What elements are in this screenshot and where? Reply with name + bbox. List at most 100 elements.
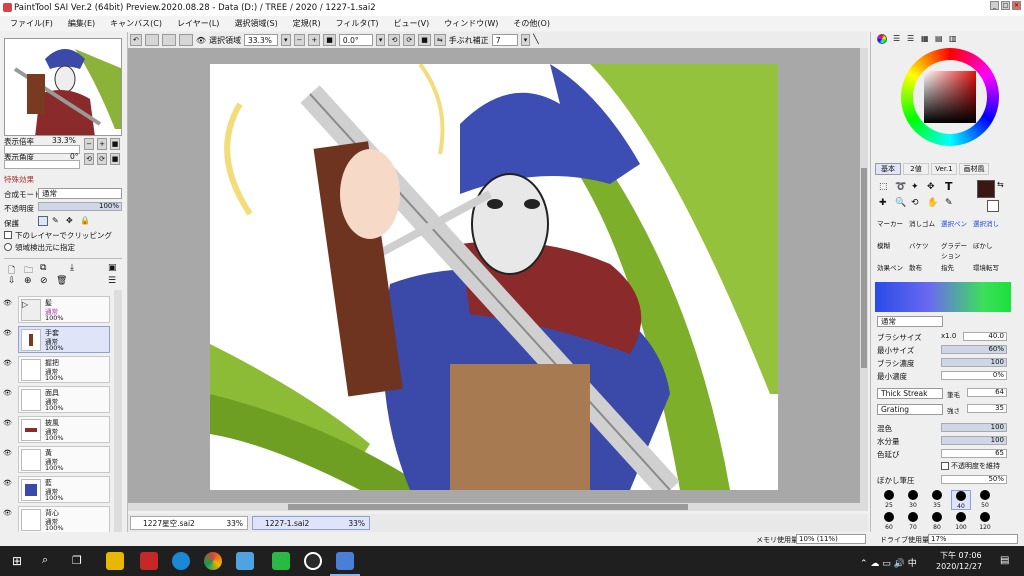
mix-slider[interactable]: 100 — [941, 423, 1007, 432]
vertical-scrollbar[interactable] — [860, 48, 868, 511]
layer-item[interactable]: 👁 藍通常 100% — [3, 476, 110, 503]
layer-list-icon[interactable]: ☰ — [108, 276, 116, 286]
tool-effect-pen[interactable]: 効果ペン — [877, 262, 903, 272]
size-preset[interactable]: 30 — [903, 490, 923, 510]
nav-angle-slider[interactable] — [4, 160, 80, 169]
menu-window[interactable]: ウィンドウ(W) — [444, 18, 498, 29]
layer-scrollbar[interactable] — [114, 290, 122, 540]
tab-basic[interactable]: 基本 — [875, 163, 901, 175]
tool-smudge[interactable]: ぼかし — [973, 240, 993, 250]
blend-mode-select[interactable]: 通常 — [38, 188, 122, 199]
visibility-icon[interactable]: 👁 — [3, 359, 15, 369]
paper-strength-slider[interactable]: 35 — [967, 404, 1007, 413]
tab-document[interactable]: 1227星空.sai2 33% — [130, 516, 248, 530]
zoom-in-button[interactable]: + — [308, 34, 321, 46]
edge-icon[interactable] — [172, 552, 190, 570]
eye-icon[interactable]: 👁 — [196, 36, 206, 45]
saturation-value-square[interactable] — [924, 71, 976, 123]
swatch-icon[interactable]: ▤ — [935, 34, 943, 43]
hand-tool-icon[interactable]: ✋ — [927, 198, 938, 208]
app-icon-red[interactable] — [140, 552, 158, 570]
primary-color-swatch[interactable] — [977, 180, 995, 198]
size-preset[interactable]: 100 — [951, 512, 971, 534]
maximize-button[interactable]: □ — [1001, 1, 1010, 10]
tool-env-transfer[interactable]: 環境転写 — [973, 262, 1013, 272]
merge-down-icon[interactable]: ⤓ — [70, 263, 74, 273]
select-rect-icon[interactable]: ⬚ — [879, 182, 888, 192]
tab-document-active[interactable]: 1227-1.sai2 33% — [252, 516, 370, 530]
size-preset[interactable]: 120 — [975, 512, 995, 534]
undo-button[interactable]: ↶ — [130, 34, 142, 46]
keep-opacity-checkbox[interactable] — [941, 462, 949, 470]
palette-icon[interactable]: ▦ — [921, 34, 929, 43]
tab-painting[interactable]: 画材風 — [959, 163, 989, 175]
visibility-icon[interactable]: 👁 — [3, 419, 15, 429]
layer-item[interactable]: 👁 黃通常 100% — [3, 446, 110, 473]
delete-layer-icon[interactable]: 🗑 — [56, 276, 67, 286]
text-tool-icon[interactable]: T — [945, 180, 953, 193]
rotate-reset-button[interactable]: ■ — [418, 34, 431, 46]
xbox-icon[interactable] — [304, 552, 322, 570]
rgb-slider-icon[interactable]: ☰ — [893, 34, 900, 43]
minimize-button[interactable]: _ — [990, 1, 999, 10]
menu-selection[interactable]: 選択領域(S) — [234, 18, 277, 29]
notification-icon[interactable]: ▤ — [1000, 555, 1009, 566]
rotate-tool-icon[interactable]: ⟲ — [911, 198, 919, 208]
paper-select[interactable]: Grating — [877, 404, 943, 415]
color-wheel-icon[interactable] — [877, 34, 887, 44]
tool-marker[interactable]: マーカー — [877, 218, 911, 228]
density-slider[interactable]: 100 — [941, 358, 1007, 367]
menu-ruler[interactable]: 定規(R) — [293, 18, 321, 29]
visibility-icon[interactable]: 👁 — [3, 329, 15, 339]
menu-filter[interactable]: フィルタ(T) — [336, 18, 379, 29]
invert-select-button[interactable] — [178, 34, 193, 46]
windows-start-icon[interactable]: ⊞ — [12, 554, 22, 568]
straight-line-icon[interactable]: ╲ — [533, 35, 538, 45]
chrome-icon[interactable] — [204, 552, 222, 570]
menu-view[interactable]: ビュー(V) — [394, 18, 430, 29]
tab-ver1[interactable]: Ver.1 — [931, 163, 957, 175]
brush-size-slider[interactable]: 40.0 — [963, 332, 1007, 341]
layer-item[interactable]: 👁 面具 通常 100% — [3, 386, 110, 413]
visibility-icon[interactable]: 👁 — [3, 449, 15, 459]
effects-header[interactable]: 特殊効果 — [4, 174, 34, 185]
secondary-color-swatch[interactable] — [987, 200, 999, 212]
zoom-out-button[interactable]: − — [293, 34, 306, 46]
lasso-icon[interactable]: ➰ — [895, 182, 906, 192]
brush-size-multiplier[interactable]: x1.0 — [941, 332, 956, 340]
protect-lock-icon[interactable]: 🔒 — [80, 216, 90, 225]
visibility-icon[interactable]: 👁 — [3, 299, 15, 309]
rotate-right-button[interactable]: ⟳ — [403, 34, 416, 46]
angle-field[interactable]: 0.0° — [338, 34, 373, 46]
angle-dropdown[interactable]: ▾ — [375, 34, 386, 46]
tab-binary[interactable]: 2値 — [903, 163, 929, 175]
layer-mask-icon[interactable]: ▣ — [108, 263, 117, 273]
menu-canvas[interactable]: キャンバス(C) — [110, 18, 162, 29]
menu-other[interactable]: その他(O) — [513, 18, 550, 29]
tool-eraser[interactable]: 消しゴム — [909, 218, 943, 228]
blur-pressure-slider[interactable]: 50% — [941, 475, 1007, 484]
tool-select-pen[interactable]: 選択ペン — [941, 218, 975, 228]
visibility-icon[interactable]: 👁 — [3, 479, 15, 489]
zoom-reset-button[interactable]: ■ — [323, 34, 336, 46]
persistence-slider[interactable]: 65 — [941, 449, 1007, 458]
redo-button[interactable] — [144, 34, 159, 46]
menu-layer[interactable]: レイヤー(L) — [177, 18, 219, 29]
magic-wand-icon[interactable]: ✦ — [911, 182, 919, 192]
move-icon[interactable]: ✥ — [927, 182, 935, 192]
layer-item[interactable]: 👁 背心 通常 100% — [3, 506, 110, 533]
size-preset-selected[interactable]: 40 — [951, 490, 971, 510]
visibility-icon[interactable]: 👁 — [3, 509, 15, 519]
stabilizer-field[interactable]: 7 — [491, 34, 518, 46]
protect-pen-icon[interactable]: ✎ — [52, 216, 59, 225]
line-icon[interactable] — [272, 552, 290, 570]
rotate-left-button[interactable]: ⟲ — [388, 34, 401, 46]
zoom-field[interactable]: 33.3% — [244, 34, 279, 46]
nav-zoom-in-button[interactable]: + — [97, 138, 107, 150]
nav-rotate-reset-button[interactable]: ■ — [110, 153, 120, 165]
horizontal-scrollbar[interactable] — [128, 503, 860, 511]
search-icon[interactable]: ⌕ — [42, 553, 48, 567]
menu-file[interactable]: ファイル(F) — [10, 18, 53, 29]
size-preset[interactable]: 25 — [879, 490, 899, 510]
stabilizer-dropdown[interactable]: ▾ — [520, 34, 531, 46]
